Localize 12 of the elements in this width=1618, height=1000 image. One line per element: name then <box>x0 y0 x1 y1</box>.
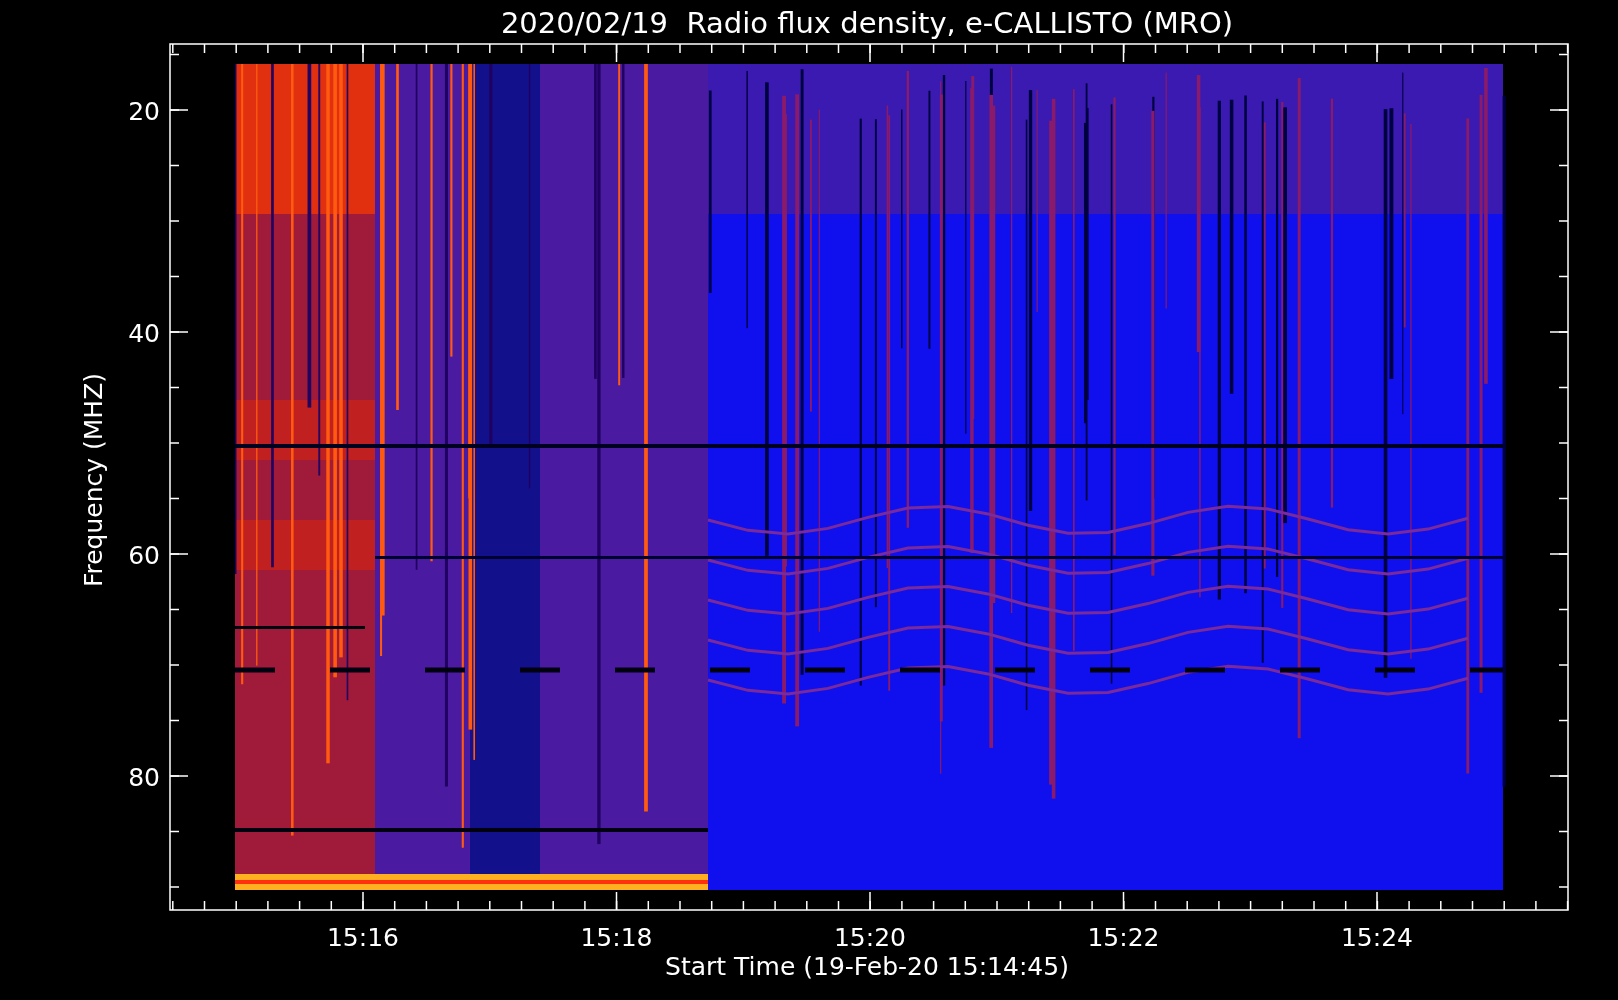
axis-tick-label: 15:16 <box>327 923 399 952</box>
axis-tick-label: 15:22 <box>1087 923 1160 952</box>
axis-tick-label: 80 <box>128 763 160 792</box>
axis-tick-label: 40 <box>128 319 160 348</box>
axis-tick-label: 20 <box>128 97 160 126</box>
axis-label: Start Time (19-Feb-20 15:14:45) <box>665 952 1069 981</box>
axis-tick-label: 15:24 <box>1341 923 1413 952</box>
axis-label: Frequency (MHZ) <box>79 372 108 588</box>
axis-tick-label: 15:18 <box>580 923 653 952</box>
axis-tick-label: 60 <box>128 541 160 570</box>
chart-title: 2020/02/19 Radio flux density, e-CALLISTO (MRO) <box>500 6 1234 40</box>
axis-tick-label: 15:20 <box>834 923 906 952</box>
